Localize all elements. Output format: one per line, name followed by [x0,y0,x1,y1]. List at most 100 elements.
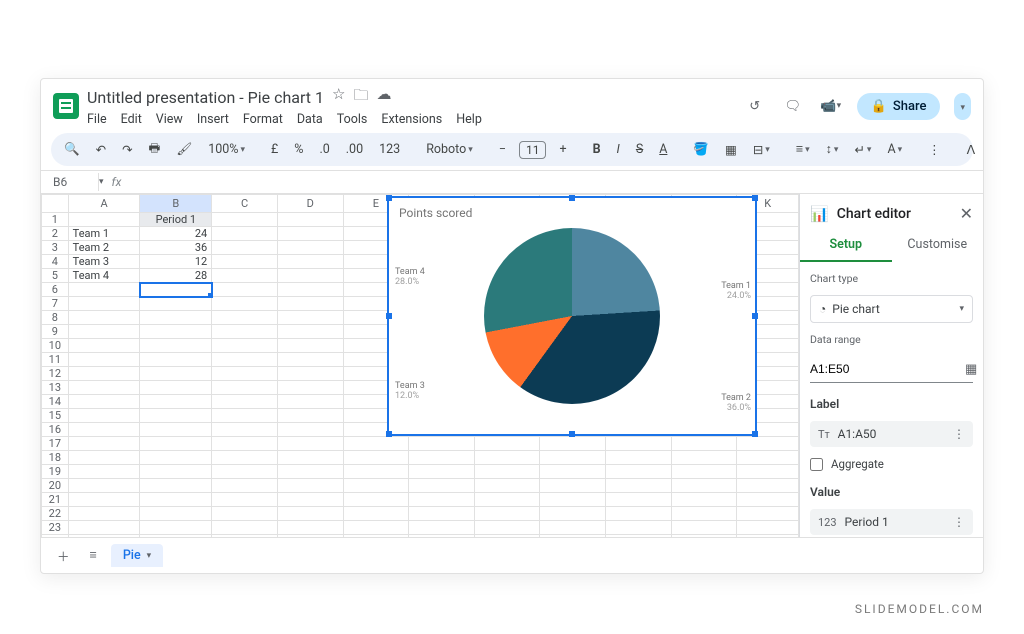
comments-icon[interactable]: 🗨 [781,94,805,118]
row-header[interactable]: 17 [42,437,69,451]
more-formats-button[interactable]: 123 [376,140,403,159]
row-header[interactable]: 1 [42,213,69,227]
select-all-cell[interactable] [42,195,69,213]
more-icon[interactable]: ⋮ [953,515,965,529]
chart-object[interactable]: Points scored Team 1 24.0% Team 2 36.0% … [387,196,757,436]
menu-edit[interactable]: Edit [121,112,142,127]
menu-insert[interactable]: Insert [197,112,229,127]
spreadsheet-area[interactable]: A B C D E F G H I J K 1Period 1 [41,194,799,537]
row-header[interactable]: 20 [42,479,69,493]
tab-customise[interactable]: Customise [892,229,984,262]
row-header[interactable]: 12 [42,367,69,381]
font-size-input[interactable]: 11 [519,141,547,159]
borders-button[interactable]: ▦ [722,140,740,160]
row-header[interactable]: 14 [42,395,69,409]
value-series-item[interactable]: 123 Period 1 ⋮ [810,509,973,535]
undo-icon[interactable]: ↶ [93,140,109,160]
share-dropdown[interactable]: ▾ [954,93,971,120]
zoom-dropdown[interactable]: 100% ▾ [205,140,248,159]
active-cell-b6[interactable] [140,283,212,297]
col-header[interactable]: B [140,195,212,213]
wrap-button[interactable]: ↵▾ [851,140,874,160]
row-header[interactable]: 13 [42,381,69,395]
data-range-input[interactable] [810,358,965,380]
row-header[interactable]: 8 [42,311,69,325]
row-header[interactable]: 16 [42,423,69,437]
all-sheets-button[interactable]: ≡ [84,544,103,567]
cell[interactable]: 28 [140,269,212,283]
cell[interactable]: 12 [140,255,212,269]
tab-setup[interactable]: Setup [800,229,892,262]
row-header[interactable]: 3 [42,241,69,255]
paint-format-icon[interactable]: 🖌 [173,140,195,159]
aggregate-checkbox-row[interactable]: Aggregate [810,457,973,471]
decrease-decimal-button[interactable]: .0 [316,140,332,159]
star-icon[interactable]: ☆ [332,85,345,110]
more-toolbar-icon[interactable]: ⋮ [925,140,944,160]
row-header[interactable]: 18 [42,451,69,465]
bold-button[interactable]: B [590,140,604,159]
more-icon[interactable]: ⋮ [953,427,965,441]
row-header[interactable]: 23 [42,521,69,535]
redo-icon[interactable]: ↷ [119,140,135,160]
add-sheet-button[interactable]: ＋ [51,542,76,569]
increase-decimal-button[interactable]: .00 [343,140,366,159]
rotate-button[interactable]: A▾ [884,140,905,159]
font-dropdown[interactable]: Roboto ▾ [423,140,476,159]
cell[interactable]: 36 [140,241,212,255]
cell-b1[interactable]: Period 1 [140,213,212,227]
meet-icon[interactable]: 📹▾ [819,94,843,118]
collapse-toolbar-icon[interactable]: ᐱ [964,140,979,160]
row-header[interactable]: 19 [42,465,69,479]
history-icon[interactable]: ↺ [743,94,767,118]
sheet-tab-pie[interactable]: Pie ▾ [111,544,163,567]
chart-type-select[interactable]: ◔ Pie chart ▾ [810,295,973,323]
print-icon[interactable]: 🖶 [146,137,164,162]
chart-title[interactable]: Points scored [389,198,755,222]
menu-file[interactable]: File [87,112,107,127]
cell[interactable]: 24 [140,227,212,241]
document-title[interactable]: Untitled presentation - Pie chart 1 [87,88,324,107]
row-header[interactable]: 9 [42,325,69,339]
menu-view[interactable]: View [156,112,183,127]
row-header[interactable]: 2 [42,227,69,241]
percent-button[interactable]: % [291,140,306,159]
row-header[interactable]: 15 [42,409,69,423]
menu-extensions[interactable]: Extensions [381,112,442,127]
close-icon[interactable]: ✕ [960,204,973,223]
cell[interactable]: Team 3 [68,255,140,269]
col-header[interactable]: A [68,195,140,213]
row-header[interactable]: 22 [42,507,69,521]
menu-format[interactable]: Format [243,112,283,127]
align-button[interactable]: ≡▾ [793,140,813,159]
merge-button[interactable]: ⊟▾ [750,140,773,160]
name-box[interactable]: B6 [49,173,99,191]
aggregate-checkbox[interactable] [810,458,823,471]
menu-tools[interactable]: Tools [337,112,368,127]
cell[interactable]: Team 2 [68,241,140,255]
col-header[interactable]: C [212,195,278,213]
strikethrough-button[interactable]: S [633,140,646,159]
italic-button[interactable]: I [614,140,623,159]
row-header[interactable]: 4 [42,255,69,269]
row-header[interactable]: 5 [42,269,69,283]
row-header[interactable]: 7 [42,297,69,311]
row-header[interactable]: 10 [42,339,69,353]
font-size-increase[interactable]: + [556,140,569,159]
row-header[interactable]: 11 [42,353,69,367]
row-header[interactable]: 21 [42,493,69,507]
text-color-button[interactable]: A [656,140,670,159]
currency-button[interactable]: £ [268,140,281,159]
row-header[interactable]: 24 [42,535,69,538]
col-header[interactable]: D [277,195,343,213]
sheet-tab-menu-icon[interactable]: ▾ [147,551,152,561]
cell[interactable]: Team 1 [68,227,140,241]
move-icon[interactable]: 🗀 [353,85,368,110]
fill-color-button[interactable]: 🪣 [690,140,712,159]
menu-data[interactable]: Data [297,112,323,127]
search-icon[interactable]: 🔍 [61,140,83,159]
valign-button[interactable]: ↕▾ [823,140,842,159]
cell[interactable]: Team 4 [68,269,140,283]
select-range-icon[interactable]: ▦ [965,362,977,377]
row-header[interactable]: 6 [42,283,69,297]
